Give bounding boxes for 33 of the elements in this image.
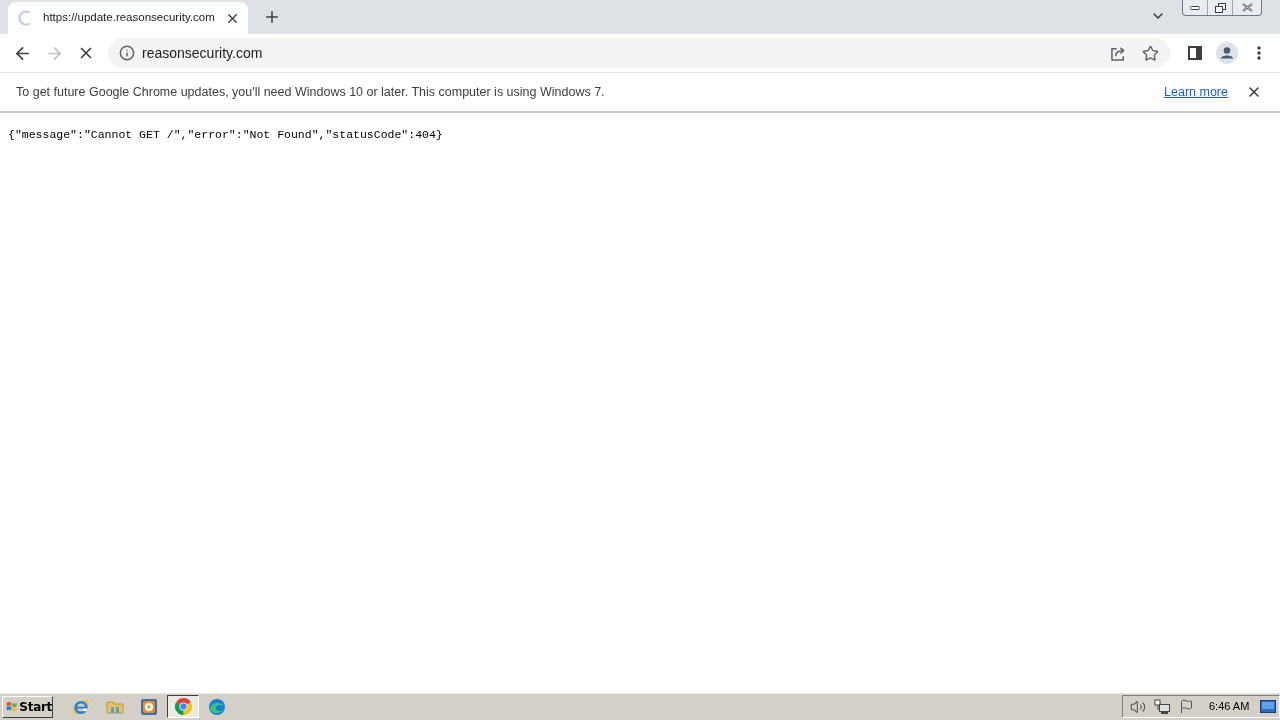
- profile-avatar-icon: [1216, 42, 1238, 64]
- side-panel-icon: [1188, 46, 1202, 60]
- speaker-icon: [1130, 698, 1146, 715]
- address-bar[interactable]: reasonsecurity.com: [108, 38, 1170, 68]
- network-button[interactable]: [1153, 697, 1171, 716]
- minimize-icon: [1190, 5, 1200, 10]
- infobar-message: To get future Google Chrome updates, you'll need Windows 10 or later. This computer is using Windows 7.: [16, 83, 606, 101]
- url-text: reasonsecurity.com: [142, 43, 264, 63]
- network-computer-icon: [1154, 698, 1170, 715]
- learn-more-link[interactable]: Learn more: [1164, 82, 1228, 102]
- close-icon: [1246, 84, 1262, 100]
- json-response-text: {"message":"Cannot GET /","error":"Not Found","statusCode":404}: [8, 127, 443, 143]
- ie-logo-icon: [72, 697, 90, 716]
- show-desktop-button[interactable]: [1260, 699, 1276, 714]
- start-button[interactable]: Start: [2, 695, 53, 718]
- share-icon: [1109, 45, 1127, 61]
- taskbar-app-button[interactable]: [167, 695, 199, 718]
- media-player-icon: [140, 697, 158, 716]
- tab-title: https://update.reasonsecurity.com: [43, 10, 215, 26]
- star-icon: [1141, 44, 1159, 62]
- info-icon: [119, 45, 135, 61]
- chrome-logo-icon: [174, 698, 192, 715]
- edge-logo-icon: [208, 697, 226, 716]
- browser-tab[interactable]: https://update.reasonsecurity.com: [8, 2, 248, 34]
- close-icon: [1241, 3, 1253, 12]
- flag-icon: [1178, 699, 1194, 714]
- site-info-button[interactable]: [118, 44, 136, 62]
- menu-icon: [1257, 46, 1261, 60]
- restore-icon: [1214, 2, 1226, 13]
- plus-icon: [263, 8, 281, 26]
- windows-flag-icon: [6, 699, 18, 714]
- desktop-icon: [1260, 700, 1276, 713]
- clock-time: 6:46 AM: [1209, 699, 1250, 715]
